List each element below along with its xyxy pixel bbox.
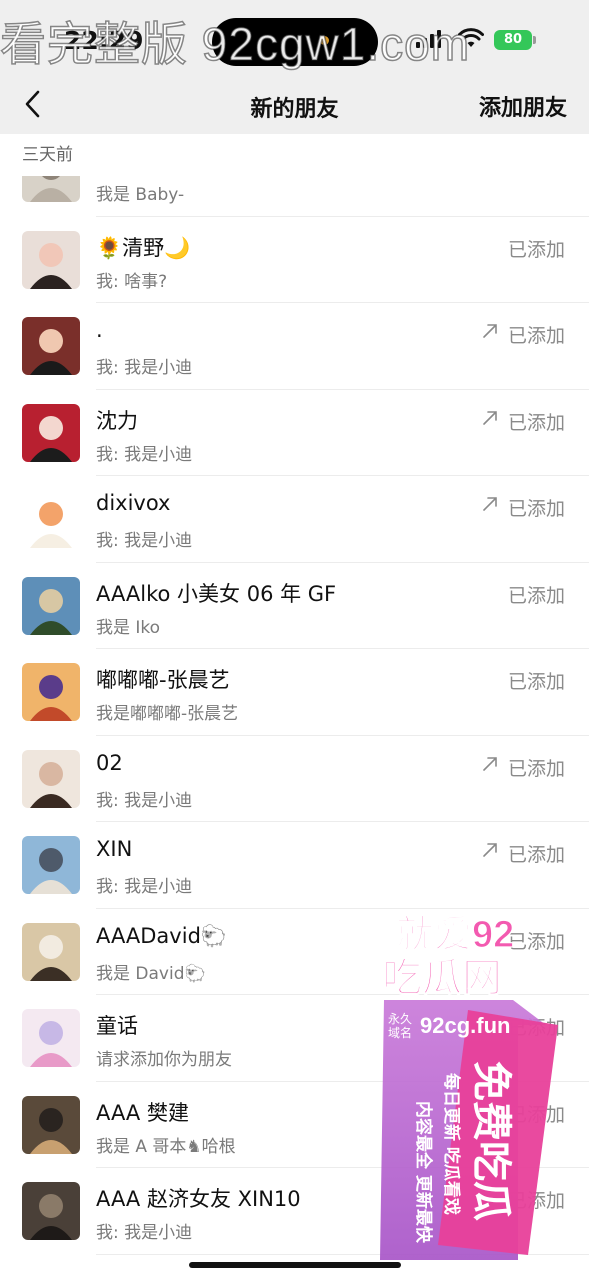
avatar[interactable] [22, 749, 80, 808]
avatar[interactable] [22, 403, 80, 462]
friend-row[interactable]: 嘟嘟嘟-张晨艺我是嘟嘟嘟-张晨艺 已添加 [0, 649, 589, 736]
friend-request-message: 我: 我是小迪 [96, 877, 193, 897]
friend-request-message: 我是 A 哥本♞哈根 [96, 1136, 236, 1157]
added-status: 已添加 [507, 238, 565, 261]
friend-request-message: 我: 我是小迪 [96, 531, 193, 551]
added-status: 已添加 [507, 1103, 565, 1126]
avatar[interactable] [22, 230, 80, 289]
avatar[interactable] [22, 576, 80, 635]
avatar[interactable] [22, 1182, 80, 1240]
friend-request-message: 我: 啥事? [96, 271, 168, 292]
new-friends-list[interactable]: Baby-我是 Baby-已添加🌻清野🌙我: 啥事?已添加.我: 我是小迪已添加… [0, 176, 589, 1280]
avatar[interactable] [22, 922, 80, 981]
friend-name: 沈力 [96, 408, 138, 433]
friend-name: AAADavid🐑 [96, 923, 228, 948]
friend-row[interactable]: . 我: 我是小迪 已添加 [0, 303, 589, 390]
friend-row[interactable]: 童话请求添加你为朋友 已添加 [0, 995, 589, 1082]
outgoing-arrow-icon [483, 1189, 497, 1203]
friend-request-message: 我是 Baby- [96, 185, 185, 205]
friend-request-message: 我是 Iko [96, 617, 161, 638]
friend-name: 02 [96, 750, 123, 775]
friend-name: AAAlko 小美女 06 年 GF [96, 581, 337, 606]
navigation-bar: 新的朋友 添加朋友 [0, 76, 589, 134]
camera-dot [320, 36, 329, 45]
friend-name: 童话 [96, 1014, 138, 1038]
added-status: 已添加 [507, 671, 565, 693]
avatar[interactable] [22, 836, 80, 894]
friend-name: 嘟嘟嘟-张晨艺 [96, 668, 230, 692]
status-bar: 22:29 80 [0, 0, 589, 70]
friend-name: AAA 赵济女友 XIN10 [96, 1187, 301, 1211]
outgoing-arrow-icon [483, 410, 497, 425]
friend-request-message: 我是嘟嘟嘟-张晨艺 [96, 704, 239, 724]
friend-name: 🌻清野🌙 [96, 235, 191, 260]
outgoing-arrow-icon [483, 843, 497, 857]
avatar[interactable] [22, 1009, 80, 1067]
add-friend-button[interactable]: 添加朋友 [479, 90, 567, 122]
dynamic-island [212, 18, 378, 66]
friend-request-message: 我是 David🐑 [96, 963, 206, 984]
friend-request-message: 我: 我是小迪 [96, 790, 193, 811]
added-status: 已添加 [507, 1190, 565, 1212]
battery-tip [533, 36, 536, 44]
friend-row[interactable]: 🌻清野🌙 我: 啥事? 已添加 [0, 217, 589, 304]
section-header-date: 三天前 [0, 134, 589, 176]
friend-row[interactable]: dixivox 我: 我是小迪 已添加 [0, 476, 589, 563]
added-status: 已添加 [507, 325, 565, 347]
avatar[interactable] [22, 663, 80, 721]
back-chevron-icon[interactable] [16, 86, 52, 122]
friend-row[interactable]: AAA 樊建我是 A 哥本♞哈根 已添加 [0, 1082, 589, 1169]
added-status: 已添加 [507, 757, 565, 780]
added-status: 已添加 [507, 411, 565, 434]
home-indicator[interactable] [189, 1262, 401, 1268]
outgoing-arrow-icon [483, 324, 497, 338]
battery-indicator: 80 [494, 30, 532, 50]
friend-name: dixivox [96, 491, 171, 515]
added-status: 已添加 [507, 1017, 565, 1039]
wifi-icon [458, 28, 484, 47]
avatar[interactable] [22, 176, 80, 202]
friend-request-message: 我: 我是小迪 [96, 358, 193, 378]
avatar[interactable] [22, 317, 80, 375]
added-status: 已添加 [507, 584, 565, 607]
friend-name: XIN [96, 837, 133, 861]
outgoing-arrow-icon [483, 756, 497, 771]
friend-row[interactable]: AAAlko 小美女 06 年 GF 我是 Iko 已添加 [0, 563, 589, 650]
friend-name: AAA 樊建 [96, 1100, 189, 1125]
avatar[interactable] [22, 490, 80, 548]
added-status: 已添加 [507, 498, 565, 520]
friend-row[interactable]: AAA 赵济女友 XIN10 我: 我是小迪 已添加 [0, 1168, 589, 1255]
friend-name: . [96, 318, 103, 342]
friend-row[interactable]: Baby-我是 Baby-已添加 [0, 176, 589, 217]
friend-row[interactable]: 02 我: 我是小迪 已添加 [0, 736, 589, 823]
friend-request-message: 我: 我是小迪 [96, 444, 193, 465]
outgoing-arrow-icon [483, 497, 497, 511]
friend-row[interactable]: 沈力我: 我是小迪 已添加 [0, 390, 589, 477]
list-content: Baby-我是 Baby-已添加🌻清野🌙我: 啥事?已添加.我: 我是小迪已添加… [0, 176, 589, 1255]
status-time: 22:29 [64, 26, 144, 55]
friend-row[interactable]: AAADavid🐑 我是 David🐑 已添加 [0, 909, 589, 996]
friend-request-message: 请求添加你为朋友 [96, 1050, 232, 1070]
avatar[interactable] [22, 1095, 80, 1154]
friend-request-message: 我: 我是小迪 [96, 1223, 193, 1243]
top-bar: 22:29 80 看完整版 92cgw1.com 新的朋友 添加朋友 [0, 0, 589, 134]
added-status: 已添加 [507, 930, 565, 953]
added-status: 已添加 [507, 844, 565, 866]
cellular-signal-icon [416, 30, 441, 48]
friend-row[interactable]: XIN 我: 我是小迪 已添加 [0, 822, 589, 909]
